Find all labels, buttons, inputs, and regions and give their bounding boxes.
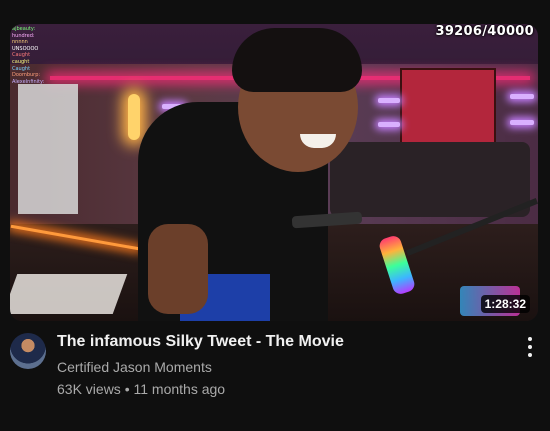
chat-line: Doomburp: [12,72,41,79]
chat-line: Caught [12,52,31,59]
neon-shelf [510,120,534,125]
person-hair [232,28,362,92]
chat-line: caught [12,58,30,65]
person-arm [148,224,208,314]
menu-dot [528,353,532,357]
overlay-counter: 39206/40000 [435,24,534,39]
chat-line: AlexeInfinity: [12,78,45,85]
video-title[interactable]: The infamous Silky Tweet - The Movie [57,333,344,351]
more-options-icon[interactable] [524,337,536,357]
menu-dot [528,337,532,341]
upload-age: 11 months ago [133,381,226,397]
chat-line: hundred: [12,32,35,39]
video-stats: 63K views • 11 months ago [57,381,225,397]
chat-line: UNSOOOO [12,45,39,52]
channel-avatar[interactable] [10,333,46,369]
video-thumbnail[interactable]: ajbeauty: hundred: nnnnn UNSOOOO Caught … [10,24,538,321]
view-count: 63K views [57,381,121,397]
neon-shelf [378,98,400,103]
rug [10,274,128,314]
menu-dot [528,345,532,349]
stats-separator: • [124,381,130,397]
chat-line: Caught [12,65,31,72]
couch [330,142,530,217]
wall-poster [400,68,496,150]
duration-badge: 1:28:32 [480,295,530,313]
neon-shelf [510,94,534,99]
chat-line: nnnnn [12,39,28,46]
door [18,84,78,214]
neon-shelf [378,122,400,127]
channel-name[interactable]: Certified Jason Moments [57,359,212,375]
stream-chat-overlay: ajbeauty: hundred: nnnnn UNSOOOO Caught … [12,26,92,85]
lamp [128,94,140,140]
chat-line: ajbeauty: [12,26,36,32]
video-details: The infamous Silky Tweet - The Movie Cer… [10,333,540,403]
